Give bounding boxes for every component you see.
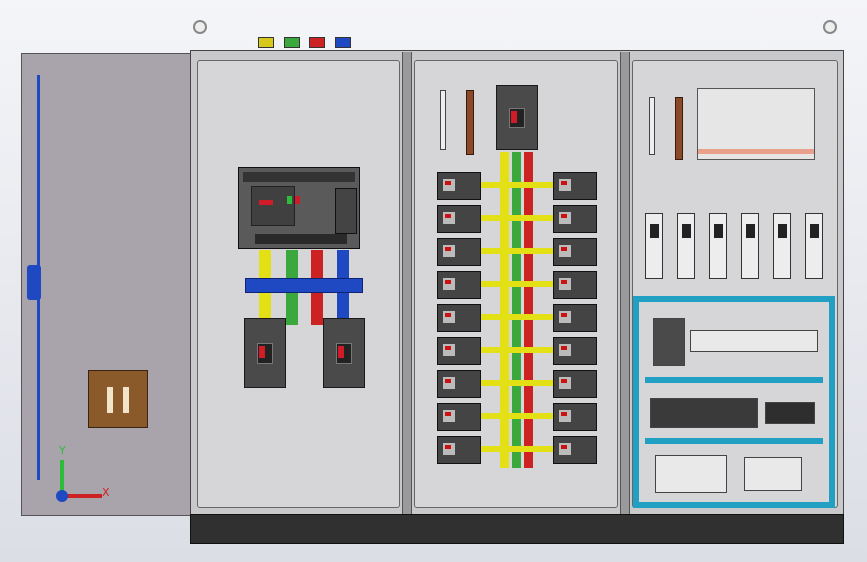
branch-breaker-left[interactable] xyxy=(437,337,481,365)
busbar-support xyxy=(245,278,363,293)
miniature-breaker[interactable] xyxy=(677,213,695,279)
branch-breaker-right[interactable] xyxy=(553,304,597,332)
branch-link xyxy=(481,182,553,188)
terminal-block-small xyxy=(765,402,815,424)
plc-module[interactable] xyxy=(655,455,727,493)
axis-y-label: Y xyxy=(59,444,66,457)
branch-breaker-left[interactable] xyxy=(437,403,481,431)
lifting-eye-left-icon xyxy=(193,20,207,34)
control-neutral-bar xyxy=(675,97,683,160)
phase-marker-blue xyxy=(335,37,351,48)
branch-breaker-right[interactable] xyxy=(553,238,597,266)
din-rail xyxy=(645,438,823,444)
phase-marker-yellow xyxy=(258,37,274,48)
branch-breaker-right[interactable] xyxy=(553,271,597,299)
cable-duct xyxy=(697,88,815,160)
branch-link xyxy=(481,248,553,254)
miniature-breaker[interactable] xyxy=(773,213,791,279)
air-circuit-breaker[interactable] xyxy=(238,167,360,249)
miniature-breaker[interactable] xyxy=(741,213,759,279)
relay-row[interactable] xyxy=(650,398,758,428)
dist-bus-red xyxy=(524,152,533,468)
door-handle-icon[interactable] xyxy=(27,265,41,300)
branch-breaker-left[interactable] xyxy=(437,172,481,200)
branch-breaker-left[interactable] xyxy=(437,271,481,299)
terminal-strip xyxy=(440,90,446,150)
feeder-breaker-left[interactable] xyxy=(244,318,286,388)
column-separator xyxy=(402,52,412,514)
feeder-breaker-right[interactable] xyxy=(323,318,365,388)
control-terminal-strip xyxy=(649,97,655,155)
branch-breaker-left[interactable] xyxy=(437,304,481,332)
din-rail xyxy=(645,377,823,383)
phase-marker-green xyxy=(284,37,300,48)
branch-breaker-left[interactable] xyxy=(437,370,481,398)
branch-breaker-left[interactable] xyxy=(437,205,481,233)
terminal-block-row xyxy=(690,330,818,352)
miniature-breaker[interactable] xyxy=(709,213,727,279)
axis-triad-icon: X Y xyxy=(50,440,110,510)
column-separator xyxy=(620,52,630,514)
branch-breaker-right[interactable] xyxy=(553,205,597,233)
main-distribution-breaker[interactable] xyxy=(496,85,538,150)
neutral-bar xyxy=(466,90,474,155)
power-supply-module[interactable] xyxy=(744,457,802,491)
branch-link xyxy=(481,314,553,320)
branch-link xyxy=(481,281,553,287)
branch-breaker-right[interactable] xyxy=(553,370,597,398)
miniature-breaker[interactable] xyxy=(645,213,663,279)
branch-link xyxy=(481,380,553,386)
branch-link xyxy=(481,347,553,353)
branch-breaker-left[interactable] xyxy=(437,238,481,266)
branch-breaker-right[interactable] xyxy=(553,172,597,200)
branch-link xyxy=(481,215,553,221)
branch-link xyxy=(481,446,553,452)
branch-breaker-right[interactable] xyxy=(553,403,597,431)
phase-marker-red xyxy=(309,37,325,48)
dist-bus-green xyxy=(512,152,521,468)
axis-x-label: X xyxy=(102,486,110,499)
branch-breaker-left[interactable] xyxy=(437,436,481,464)
branch-link xyxy=(481,413,553,419)
branch-breaker-right[interactable] xyxy=(553,436,597,464)
door-pocket xyxy=(88,370,148,428)
control-breaker-module[interactable] xyxy=(653,318,685,366)
cabinet-plinth xyxy=(190,514,844,544)
branch-breaker-right[interactable] xyxy=(553,337,597,365)
lifting-eye-right-icon xyxy=(823,20,837,34)
dist-bus-yellow xyxy=(500,152,509,468)
miniature-breaker[interactable] xyxy=(805,213,823,279)
